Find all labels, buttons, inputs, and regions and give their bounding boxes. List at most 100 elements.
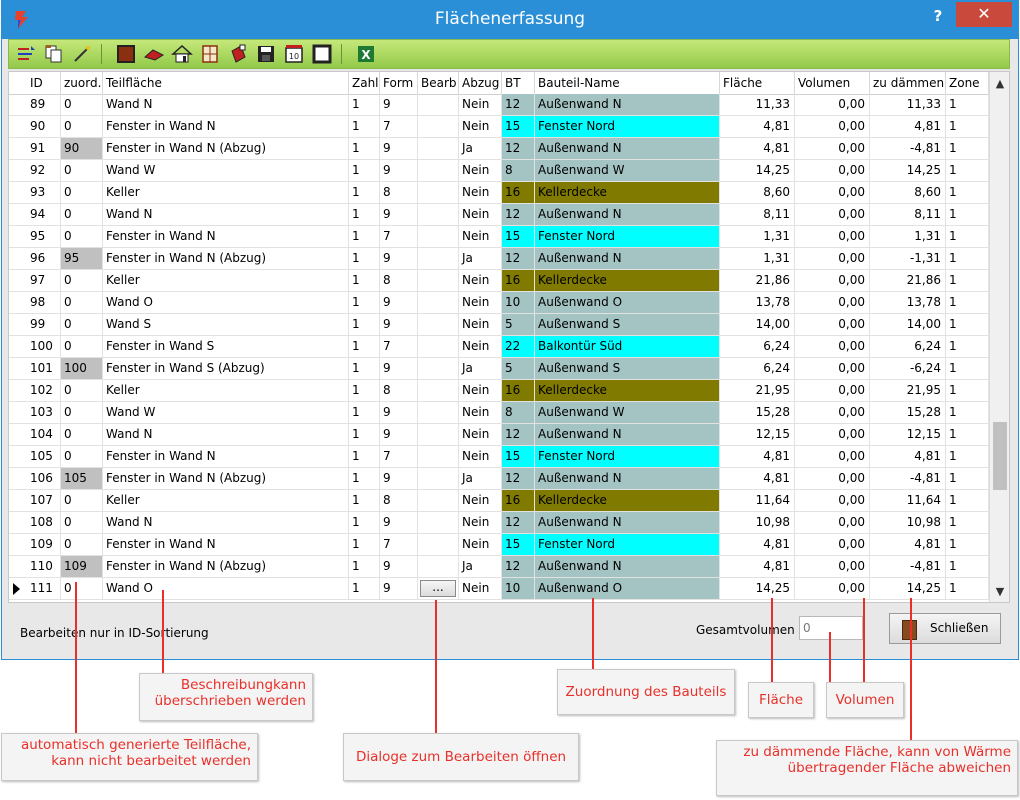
cell-abzug[interactable]: Nein [459, 424, 502, 445]
cell-bt[interactable]: 16 [502, 490, 535, 511]
cell-bt[interactable]: 10 [502, 578, 535, 599]
cell-zuord[interactable]: 0 [61, 380, 103, 401]
cell-teil[interactable]: Wand N [103, 94, 349, 115]
cell-flaeche[interactable]: 14,25 [720, 578, 795, 599]
cell-id[interactable]: 93 [27, 182, 61, 203]
cell-teil[interactable]: Fenster in Wand N (Abzug) [103, 556, 349, 577]
column-header-volumen[interactable]: Volumen [795, 72, 870, 94]
cell-zone[interactable]: 1 [946, 138, 989, 159]
cell-flaeche[interactable]: 15,28 [720, 402, 795, 423]
cell-abzug[interactable]: Nein [459, 446, 502, 467]
cell-form[interactable]: 7 [380, 534, 418, 555]
cell-zahl[interactable]: 1 [349, 226, 380, 247]
cell-abzug[interactable]: Nein [459, 534, 502, 555]
cell-name[interactable]: Außenwand S [535, 358, 720, 379]
cell-zahl[interactable]: 1 [349, 204, 380, 225]
cell-volumen[interactable]: 0,00 [795, 204, 870, 225]
cell-daemmen[interactable]: 15,28 [870, 402, 946, 423]
cell-zuord[interactable]: 0 [61, 336, 103, 357]
cell-name[interactable]: Kellerdecke [535, 380, 720, 401]
cell-volumen[interactable]: 0,00 [795, 468, 870, 489]
cell-teil[interactable]: Wand N [103, 512, 349, 533]
cell-abzug[interactable]: Nein [459, 292, 502, 313]
cell-zahl[interactable]: 1 [349, 248, 380, 269]
cell-name[interactable]: Außenwand N [535, 424, 720, 445]
cell-flaeche[interactable]: 13,78 [720, 292, 795, 313]
table-row[interactable]: 111 0 Wand O 1 9... Nein 10 Außenwand O 14,25 0,0… [9, 578, 989, 600]
cell-flaeche[interactable]: 21,95 [720, 380, 795, 401]
table-row[interactable]: 102 0 Keller 1 8 Nein 16 Kellerdecke 21,95 0,00 21… [9, 380, 989, 402]
save-icon[interactable] [255, 43, 277, 65]
cell-bt[interactable]: 16 [502, 380, 535, 401]
cell-teil[interactable]: Wand O [103, 578, 349, 599]
sort-icon[interactable] [15, 43, 37, 65]
cell-form[interactable]: 9 [380, 402, 418, 423]
cell-id[interactable]: 97 [27, 270, 61, 291]
cell-teil[interactable]: Keller [103, 490, 349, 511]
table-row[interactable]: 106 105 Fenster in Wand N (Abzug) 1 9 Ja 12 Auß… [9, 468, 989, 490]
cell-bearb[interactable] [418, 138, 459, 159]
cell-bt[interactable]: 8 [502, 402, 535, 423]
cell-form[interactable]: 8 [380, 490, 418, 511]
cell-teil[interactable]: Fenster in Wand N [103, 226, 349, 247]
cell-zone[interactable]: 1 [946, 402, 989, 423]
edit-wand-icon[interactable] [71, 43, 93, 65]
cell-zuord[interactable]: 100 [61, 358, 103, 379]
column-header-teil[interactable]: Teilfläche [103, 72, 349, 94]
cell-form[interactable]: 9 [380, 204, 418, 225]
cell-volumen[interactable]: 0,00 [795, 336, 870, 357]
cell-zuord[interactable]: 0 [61, 490, 103, 511]
cell-id[interactable]: 101 [27, 358, 61, 379]
cell-name[interactable]: Fenster Nord [535, 446, 720, 467]
cell-abzug[interactable]: Nein [459, 402, 502, 423]
cell-zone[interactable]: 1 [946, 446, 989, 467]
cell-daemmen[interactable]: 4,81 [870, 116, 946, 137]
cell-zahl[interactable]: 1 [349, 424, 380, 445]
cell-zahl[interactable]: 1 [349, 270, 380, 291]
cell-teil[interactable]: Fenster in Wand N (Abzug) [103, 468, 349, 489]
cell-abzug[interactable]: Nein [459, 116, 502, 137]
cell-form[interactable]: 9 [380, 138, 418, 159]
column-header-daemmen[interactable]: zu dämmen [870, 72, 946, 94]
cell-form[interactable]: 9 [380, 248, 418, 269]
cell-flaeche[interactable]: 1,31 [720, 226, 795, 247]
cell-id[interactable]: 104 [27, 424, 61, 445]
cell-volumen[interactable]: 0,00 [795, 578, 870, 599]
cell-flaeche[interactable]: 8,60 [720, 182, 795, 203]
cell-name[interactable]: Außenwand O [535, 578, 720, 599]
excel-icon[interactable]: X [355, 43, 377, 65]
cell-zahl[interactable]: 1 [349, 468, 380, 489]
cell-zuord[interactable]: 0 [61, 160, 103, 181]
table-row[interactable]: 99 0 Wand S 1 9 Nein 5 Außenwand S 14,00 0,00 14,0… [9, 314, 989, 336]
cell-abzug[interactable]: Nein [459, 578, 502, 599]
cell-zone[interactable]: 1 [946, 512, 989, 533]
cell-zuord[interactable]: 0 [61, 578, 103, 599]
cell-abzug[interactable]: Nein [459, 490, 502, 511]
cell-id[interactable]: 89 [27, 94, 61, 115]
cell-zuord[interactable]: 0 [61, 182, 103, 203]
cell-abzug[interactable]: Nein [459, 204, 502, 225]
cell-abzug[interactable]: Nein [459, 160, 502, 181]
cell-flaeche[interactable]: 4,81 [720, 534, 795, 555]
table-row[interactable]: 96 95 Fenster in Wand N (Abzug) 1 9 Ja 12 Außen… [9, 248, 989, 270]
close-dialog-button[interactable]: Schließen [889, 613, 1001, 644]
cell-volumen[interactable]: 0,00 [795, 248, 870, 269]
cell-zuord[interactable]: 105 [61, 468, 103, 489]
cell-name[interactable]: Kellerdecke [535, 270, 720, 291]
cell-teil[interactable]: Keller [103, 380, 349, 401]
cell-abzug[interactable]: Nein [459, 512, 502, 533]
cell-zone[interactable]: 1 [946, 556, 989, 577]
cell-bt[interactable]: 15 [502, 226, 535, 247]
cell-zuord[interactable]: 0 [61, 226, 103, 247]
cell-zuord[interactable]: 109 [61, 556, 103, 577]
cell-abzug[interactable]: Ja [459, 248, 502, 269]
cell-bt[interactable]: 12 [502, 138, 535, 159]
cell-id[interactable]: 103 [27, 402, 61, 423]
table-row[interactable]: 100 0 Fenster in Wand S 1 7 Nein 22 Balkontür S… [9, 336, 989, 358]
cell-id[interactable]: 90 [27, 116, 61, 137]
cell-zahl[interactable]: 1 [349, 512, 380, 533]
cell-teil[interactable]: Keller [103, 182, 349, 203]
cell-daemmen[interactable]: 11,64 [870, 490, 946, 511]
cell-zone[interactable]: 1 [946, 358, 989, 379]
cell-bearb[interactable] [418, 182, 459, 203]
